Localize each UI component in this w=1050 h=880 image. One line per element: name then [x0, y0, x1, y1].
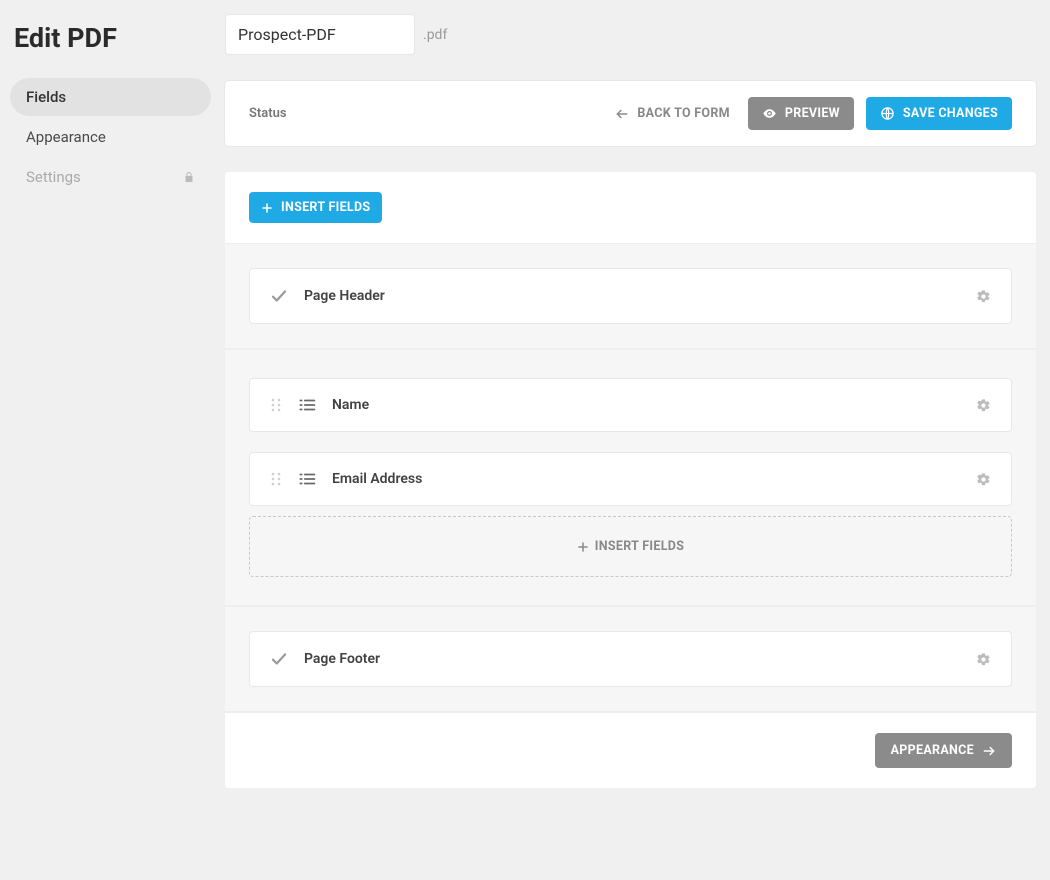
eye-icon: [762, 106, 777, 121]
save-label: SAVE CHANGES: [903, 106, 998, 121]
gear-icon[interactable]: [976, 472, 991, 487]
gear-icon[interactable]: [976, 398, 991, 413]
side-nav: Fields Appearance Settings: [10, 78, 211, 196]
drag-handle-icon[interactable]: [270, 471, 282, 487]
plus-icon: [577, 541, 589, 553]
sidebar-item-label: Fields: [26, 88, 66, 106]
sidebar-item-appearance[interactable]: Appearance: [10, 118, 211, 156]
page-title: Edit PDF: [14, 22, 211, 54]
dropzone-label: INSERT FIELDS: [595, 539, 684, 554]
field-label: Name: [332, 397, 369, 413]
field-label: Email Address: [332, 471, 422, 487]
globe-icon: [880, 106, 895, 121]
lock-icon: [183, 171, 195, 183]
back-label: BACK TO FORM: [637, 106, 730, 121]
back-to-form-link[interactable]: BACK TO FORM: [609, 98, 736, 129]
sidebar-item-label: Settings: [26, 168, 81, 186]
page-footer-block[interactable]: Page Footer: [249, 631, 1012, 687]
status-label: Status: [249, 106, 287, 121]
gear-icon[interactable]: [976, 289, 991, 304]
insert-fields-button[interactable]: INSERT FIELDS: [249, 192, 382, 223]
check-icon: [270, 650, 288, 668]
block-label: Page Footer: [304, 651, 380, 667]
insert-fields-label: INSERT FIELDS: [281, 200, 370, 215]
page-header-block[interactable]: Page Header: [249, 268, 1012, 324]
file-extension: .pdf: [423, 27, 447, 43]
sidebar-item-settings[interactable]: Settings: [10, 158, 211, 196]
arrow-left-icon: [615, 107, 629, 121]
save-changes-button[interactable]: SAVE CHANGES: [866, 97, 1012, 130]
field-row[interactable]: Name: [249, 378, 1012, 432]
drag-handle-icon[interactable]: [270, 397, 282, 413]
field-row[interactable]: Email Address: [249, 452, 1012, 506]
preview-button[interactable]: PREVIEW: [748, 97, 854, 130]
sidebar-item-label: Appearance: [26, 128, 106, 146]
preview-label: PREVIEW: [785, 106, 840, 121]
check-icon: [270, 287, 288, 305]
title-row: .pdf: [225, 14, 1036, 55]
block-label: Page Header: [304, 288, 385, 304]
appearance-label: APPEARANCE: [891, 743, 974, 758]
insert-fields-dropzone[interactable]: INSERT FIELDS: [249, 516, 1012, 577]
plus-icon: [261, 202, 273, 214]
sidebar-item-fields[interactable]: Fields: [10, 78, 211, 116]
appearance-button[interactable]: APPEARANCE: [875, 733, 1012, 768]
document-name-input[interactable]: [225, 14, 415, 55]
fields-panel: INSERT FIELDS Page Header: [225, 172, 1036, 788]
text-field-icon: [298, 397, 316, 413]
text-field-icon: [298, 471, 316, 487]
gear-icon[interactable]: [976, 652, 991, 667]
arrow-right-icon: [982, 744, 996, 758]
status-bar: Status BACK TO FORM PREVIEW SAVE CHANGES: [225, 81, 1036, 146]
